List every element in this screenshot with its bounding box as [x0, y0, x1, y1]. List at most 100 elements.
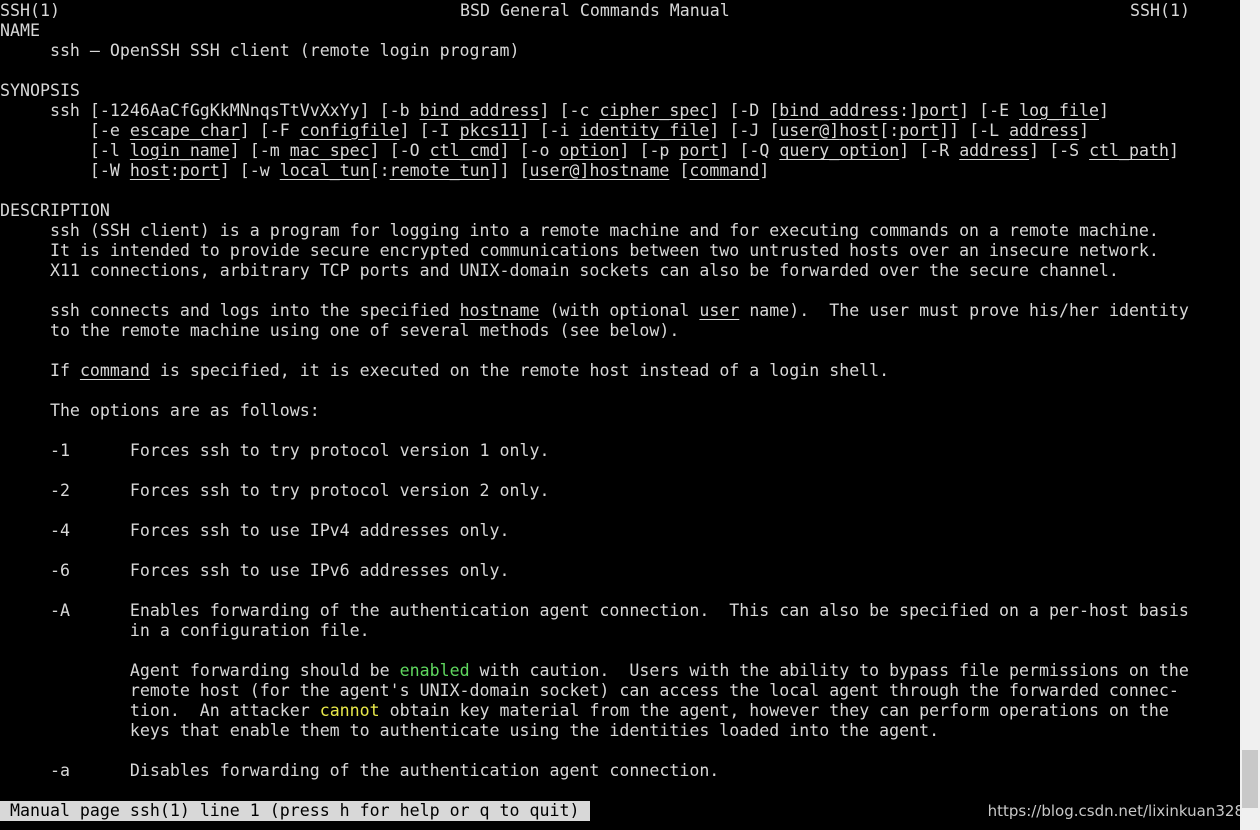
- man-line: [-e escape_char] [-F configfile] [-I pkc…: [0, 121, 1089, 141]
- man-text: ] [-p: [619, 141, 680, 160]
- man-argument: log_file: [1019, 101, 1100, 120]
- man-text: ] [-o: [499, 141, 560, 160]
- scrollbar-thumb[interactable]: [1242, 750, 1258, 808]
- man-line: NAME: [0, 21, 40, 41]
- man-line: The options are as follows:: [0, 401, 320, 421]
- man-header-left: SSH(1): [0, 1, 60, 20]
- man-text: :: [169, 161, 180, 180]
- man-header-center: BSD General Commands Manual: [460, 1, 730, 20]
- man-text: ]: [1079, 121, 1090, 140]
- man-argument: pkcs11: [459, 121, 520, 140]
- man-argument: @]: [569, 161, 590, 180]
- man-argument: address: [959, 141, 1030, 160]
- man-argument: host: [839, 121, 880, 140]
- man-text: ] [-m: [229, 141, 290, 160]
- man-text: ] [-Q: [719, 141, 780, 160]
- man-argument: command: [689, 161, 760, 180]
- man-argument: command: [79, 361, 150, 380]
- man-text: X11 connections, arbitrary TCP ports and…: [0, 261, 1119, 280]
- man-text: [:: [369, 161, 390, 180]
- man-line: to the remote machine using one of sever…: [0, 321, 679, 341]
- man-argument: address: [1009, 121, 1080, 140]
- man-text: ] [-J [: [709, 121, 780, 140]
- man-text: ]] [: [489, 161, 530, 180]
- man-argument: port: [919, 101, 960, 120]
- man-line: remote host (for the agent's UNIX-domain…: [0, 681, 1179, 701]
- man-line: keys that enable them to authenticate us…: [0, 721, 939, 741]
- man-argument: host: [129, 161, 170, 180]
- man-text: Agent forwarding should be: [0, 661, 400, 680]
- man-text: remote host (for the agent's UNIX-domain…: [0, 681, 1179, 700]
- man-line: SYNOPSIS: [0, 81, 80, 101]
- man-text: [-e: [0, 121, 130, 140]
- man-text: -2 Forces ssh to try protocol version 2 …: [0, 481, 550, 500]
- man-text: If: [0, 361, 80, 380]
- man-argument: mac_spec: [289, 141, 370, 160]
- watermark-text: https://blog.csdn.net/lixinkuan328: [987, 802, 1244, 820]
- man-text: with caution. Users with the ability to …: [469, 661, 1189, 680]
- man-line: -1 Forces ssh to try protocol version 1 …: [0, 441, 550, 461]
- man-text: tion. An attacker: [0, 701, 320, 720]
- man-text: -6 Forces ssh to use IPv6 addresses only…: [0, 561, 510, 580]
- man-text: ] [-i: [519, 121, 580, 140]
- man-text: It is intended to provide secure encrypt…: [0, 241, 1159, 260]
- man-text: [-l: [0, 141, 130, 160]
- man-text: ]] [-L: [939, 121, 1010, 140]
- highlighted-text: enabled: [399, 661, 470, 680]
- highlighted-text: cannot: [319, 701, 380, 720]
- man-argument: user: [699, 301, 740, 320]
- man-argument: port: [899, 121, 940, 140]
- man-text: ssh — OpenSSH SSH client (remote login p…: [0, 41, 520, 60]
- man-text: [: [669, 161, 690, 180]
- man-text: ] [-S: [1029, 141, 1090, 160]
- man-text: ]: [1099, 101, 1110, 120]
- man-line: -6 Forces ssh to use IPv6 addresses only…: [0, 561, 510, 581]
- man-argument: user: [529, 161, 570, 180]
- man-line: -2 Forces ssh to try protocol version 2 …: [0, 481, 550, 501]
- man-text: ] [-D [: [709, 101, 780, 120]
- man-argument: hostname: [459, 301, 540, 320]
- man-text: ]: [1169, 141, 1180, 160]
- man-text: SYNOPSIS: [0, 81, 80, 100]
- man-text: ssh (SSH client) is a program for loggin…: [0, 221, 1159, 240]
- man-text: ] [-O: [369, 141, 430, 160]
- status-bar: Manual page ssh(1) line 1 (press h for h…: [0, 801, 590, 821]
- man-line: If command is specified, it is executed …: [0, 361, 889, 381]
- text-cursor: [580, 801, 590, 821]
- man-argument: cipher_spec: [599, 101, 710, 120]
- man-text: ssh [-1246AaCfGgKkMNnqsTtVvXxYy] [-b: [0, 101, 420, 120]
- man-argument: port: [179, 161, 220, 180]
- man-argument: bind_address: [779, 101, 900, 120]
- man-argument: @]: [819, 121, 840, 140]
- man-line: tion. An attacker cannot obtain key mate…: [0, 701, 1169, 721]
- man-argument: identity_file: [579, 121, 710, 140]
- man-text: ] [-R: [899, 141, 960, 160]
- man-argument: hostname: [589, 161, 670, 180]
- man-line: [-l login_name] [-m mac_spec] [-O ctl_cm…: [0, 141, 1179, 161]
- man-text: is specified, it is executed on the remo…: [149, 361, 890, 380]
- man-text: ] [-c: [539, 101, 600, 120]
- man-text: ] [-F: [239, 121, 300, 140]
- man-text: The options are as follows:: [0, 401, 320, 420]
- man-argument: local_tun: [279, 161, 370, 180]
- man-line: [-W host:port] [-w local_tun[:remote_tun…: [0, 161, 769, 181]
- man-argument: query_option: [779, 141, 900, 160]
- man-argument: port: [679, 141, 720, 160]
- terminal-window[interactable]: SSH(1) BSD General Commands Manual SSH(1…: [0, 0, 1240, 830]
- man-text: ] [-E: [959, 101, 1020, 120]
- man-text: [:: [879, 121, 900, 140]
- man-line: X11 connections, arbitrary TCP ports and…: [0, 261, 1119, 281]
- man-line: -a Disables forwarding of the authentica…: [0, 761, 719, 781]
- man-argument: escape_char: [129, 121, 240, 140]
- man-argument: remote_tun: [389, 161, 490, 180]
- vertical-scrollbar[interactable]: [1240, 0, 1260, 830]
- man-argument: ctl_path: [1089, 141, 1170, 160]
- man-text: ] [-w: [219, 161, 280, 180]
- man-text: in a configuration file.: [0, 621, 370, 640]
- man-line: ssh (SSH client) is a program for loggin…: [0, 221, 1159, 241]
- man-line: Agent forwarding should be enabled with …: [0, 661, 1189, 681]
- man-text: [-W: [0, 161, 130, 180]
- man-argument: configfile: [299, 121, 400, 140]
- man-header-right: SSH(1): [1130, 1, 1190, 20]
- man-text: obtain key material from the agent, howe…: [379, 701, 1169, 720]
